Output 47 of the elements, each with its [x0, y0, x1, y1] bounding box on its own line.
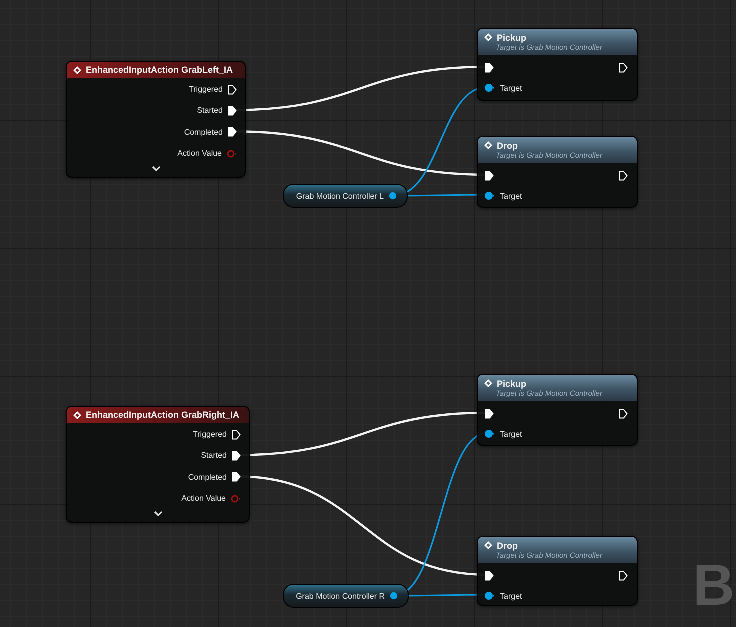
exec-pin-icon[interactable]: [485, 63, 494, 73]
exec-pin-icon[interactable]: [619, 409, 628, 419]
variable-node[interactable]: Grab Motion Controller L: [283, 184, 408, 208]
object-pin-icon[interactable]: [485, 84, 495, 92]
exec-pin-icon[interactable]: [228, 84, 237, 95]
exec-pin-icon[interactable]: [232, 472, 241, 482]
node-title: EnhancedInputAction GrabRight_IA: [86, 410, 240, 420]
exec-pin-icon[interactable]: [619, 63, 628, 73]
exec-pin-icon[interactable]: [228, 127, 237, 138]
exec-pin-icon[interactable]: [228, 106, 237, 116]
object-pin-icon[interactable]: [485, 192, 495, 200]
node-title: Drop: [497, 140, 518, 150]
pin-label: Started: [201, 451, 227, 460]
pin-label: Triggered: [193, 430, 227, 440]
event-node[interactable]: EnhancedInputAction GrabRight_IA Triggered Started Completed Action Value: [66, 406, 250, 523]
object-pin-icon[interactable]: [390, 592, 398, 600]
pin-label: Started: [197, 106, 223, 116]
node-title: Pickup: [497, 378, 527, 388]
pin-label: Target: [500, 192, 522, 200]
object-pin-icon[interactable]: [389, 192, 397, 200]
node-title: Drop: [497, 540, 518, 550]
exec-pin-icon[interactable]: [232, 430, 241, 440]
exec-pin-icon[interactable]: [485, 571, 494, 581]
exec-pin-icon[interactable]: [485, 409, 494, 419]
pin-label: Target: [500, 430, 522, 438]
object-pin-icon[interactable]: [485, 592, 495, 600]
chevron-down-icon[interactable]: [152, 166, 160, 172]
exec-pin-icon[interactable]: [619, 571, 628, 581]
pin-label: Action Value: [178, 149, 222, 158]
pin-label: Completed: [184, 128, 223, 137]
variable-label: Grab Motion Controller L: [296, 192, 384, 200]
pin-label: Triggered: [189, 85, 223, 94]
pin-label: Action Value: [182, 494, 226, 504]
pin-label: Target: [500, 84, 522, 92]
exec-pin-icon[interactable]: [485, 171, 494, 181]
variable-label: Grab Motion Controller R: [296, 592, 385, 600]
exec-pin-icon[interactable]: [232, 450, 241, 461]
pin-label: Target: [500, 592, 522, 600]
chevron-down-icon[interactable]: [154, 511, 162, 518]
exec-pin-icon[interactable]: [619, 171, 628, 181]
variable-node[interactable]: Grab Motion Controller R: [283, 584, 409, 608]
event-node[interactable]: EnhancedInputAction GrabLeft_IA Triggered Started Completed Action Value: [66, 61, 246, 178]
object-pin-icon[interactable]: [485, 430, 495, 438]
node-title: EnhancedInputAction GrabLeft_IA: [86, 65, 234, 75]
graph-watermark: B: [693, 557, 735, 615]
node-title: Pickup: [497, 32, 527, 42]
pin-label: Completed: [188, 472, 227, 482]
